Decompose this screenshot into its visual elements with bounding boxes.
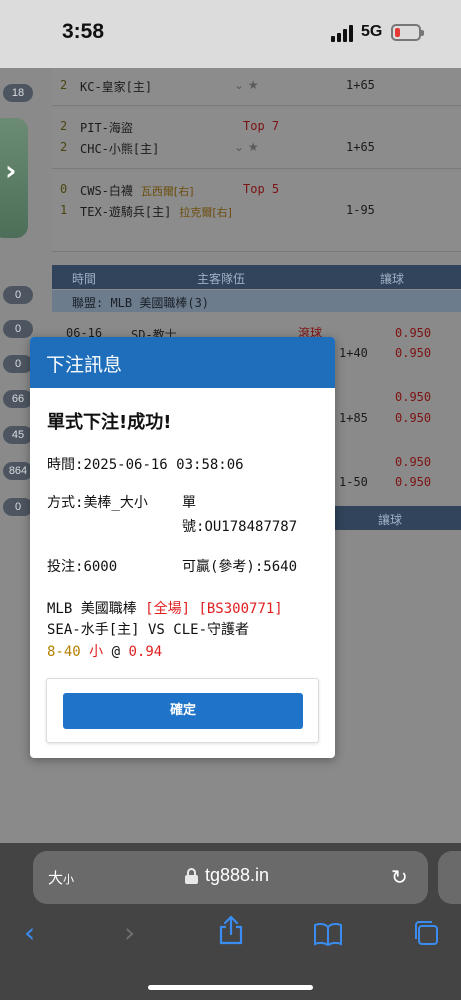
bet-league: MLB 美國職棒 [全場] [BS300771] (47, 598, 283, 618)
next-tab-preview[interactable] (438, 851, 461, 904)
chevron-right-icon: › (5, 154, 17, 187)
count-badge[interactable]: 0 (3, 320, 33, 338)
odds-value[interactable]: 0.950 (395, 475, 431, 489)
back-icon[interactable]: ‹ (24, 916, 35, 949)
confirm-panel: 確定 (46, 678, 319, 743)
bookmarks-icon[interactable] (313, 920, 343, 953)
text-size-button[interactable]: 大小 (48, 867, 74, 888)
side-banner[interactable]: › (0, 118, 28, 238)
url-text[interactable]: tg888.in (205, 865, 269, 886)
count-badge[interactable]: 0 (3, 498, 33, 516)
battery-icon (391, 24, 421, 41)
row-number: 2 (60, 140, 67, 154)
bet-matchup: SEA-水手[主] VS CLE-守護者 (47, 619, 249, 639)
order-label-top: 單 (182, 492, 196, 512)
match-block: 2 PIT-海盜 Top 7 2 CHC-小熊[主] ⌄ ★ 1+65 (52, 109, 461, 169)
reload-icon[interactable]: ↻ (391, 865, 415, 889)
match-row[interactable]: 2 PIT-海盜 Top 7 (52, 117, 461, 137)
pitcher-name: 拉克爾[右] (179, 206, 232, 219)
confirm-button[interactable]: 確定 (63, 693, 303, 729)
row-number: 1 (60, 203, 67, 217)
table-header: 讓球 (335, 506, 461, 530)
bet-time: 時間:2025-06-16 03:58:06 (47, 454, 244, 474)
tabs-icon[interactable] (412, 919, 440, 954)
bet-selection: 8-40 小 @ 0.94 (47, 641, 162, 661)
team-name: KC-皇家[主] (80, 78, 152, 95)
odds-line: 1+85 (339, 411, 368, 425)
odds-line: 1-95 (346, 203, 375, 217)
match-block: 0 CWS-白襪瓦西爾[右] Top 5 1 TEX-遊騎兵[主]拉克爾[右] … (52, 172, 461, 252)
odds-value[interactable]: 0.950 (395, 455, 431, 469)
bet-method: 方式:美棒_大小 (47, 492, 148, 512)
match-row[interactable]: 2 CHC-小熊[主] ⌄ ★ 1+65 (52, 138, 461, 158)
status-time: 3:58 (62, 20, 104, 44)
odds-value[interactable]: 0.950 (395, 326, 431, 340)
lock-icon (185, 868, 198, 884)
match-block: 2 KC-皇家[主] ⌄ ★ 1+65 (52, 68, 461, 106)
odds-value[interactable]: 0.950 (395, 411, 431, 425)
team-name: CWS-白襪瓦西爾[右] (80, 182, 194, 199)
modal-header: 下注訊息 (30, 337, 335, 388)
match-row[interactable]: 1 TEX-遊騎兵[主]拉克爾[右] 1-95 (52, 201, 461, 221)
share-icon[interactable] (218, 915, 244, 952)
match-row[interactable]: 0 CWS-白襪瓦西爾[右] Top 5 (52, 180, 461, 200)
success-title: 單式下注!成功! (47, 408, 171, 434)
forward-icon[interactable]: › (124, 916, 135, 949)
col-time: 時間 (72, 270, 96, 287)
col-handicap: 讓球 (380, 270, 404, 287)
home-indicator (148, 985, 313, 990)
pitcher-name: 瓦西爾[右] (141, 185, 194, 198)
row-number: 2 (60, 78, 67, 92)
network-label: 5G (361, 23, 382, 41)
league-bar[interactable]: 聯盟: MLB 美國職棒(3) (52, 290, 461, 312)
bet-info-modal: 下注訊息 單式下注!成功! 時間:2025-06-16 03:58:06 方式:… (30, 337, 335, 758)
odds-value[interactable]: 0.950 (395, 346, 431, 360)
count-badge[interactable]: 0 (3, 286, 33, 304)
potential-win: 可贏(參考):5640 (182, 556, 297, 576)
count-badge[interactable]: 66 (3, 390, 33, 408)
count-badge[interactable]: 0 (3, 355, 33, 373)
count-badge[interactable]: 864 (3, 462, 33, 480)
team-name: TEX-遊騎兵[主]拉克爾[右] (80, 203, 232, 220)
col-handicap: 讓球 (378, 511, 402, 528)
team-name: PIT-海盜 (80, 119, 133, 136)
address-bar[interactable]: 大小 tg888.in ↻ (33, 851, 428, 904)
status-bar: 3:58 5G (0, 0, 461, 68)
stake: 投注:6000 (47, 556, 117, 576)
odds-value[interactable]: 0.950 (395, 390, 431, 404)
table-header: 時間 主客隊伍 讓球 (52, 265, 461, 289)
order-number: 號:OU178487787 (182, 516, 297, 536)
expand-star-icons[interactable]: ⌄ ★ (234, 140, 259, 154)
col-teams: 主客隊伍 (197, 270, 245, 287)
expand-star-icons[interactable]: ⌄ ★ (234, 78, 259, 92)
signal-icon (331, 24, 355, 42)
odds-line: 1+65 (346, 78, 375, 92)
odds-line: 1-50 (339, 475, 368, 489)
count-badge[interactable]: 18 (3, 84, 33, 102)
count-badge[interactable]: 45 (3, 426, 33, 444)
inning-status: Top 7 (243, 119, 279, 133)
row-number: 2 (60, 119, 67, 133)
odds-line: 1+40 (339, 346, 368, 360)
row-number: 0 (60, 182, 67, 196)
odds-line: 1+65 (346, 140, 375, 154)
match-row[interactable]: 2 KC-皇家[主] ⌄ ★ 1+65 (52, 76, 461, 96)
inning-status: Top 5 (243, 182, 279, 196)
team-name: CHC-小熊[主] (80, 140, 159, 157)
